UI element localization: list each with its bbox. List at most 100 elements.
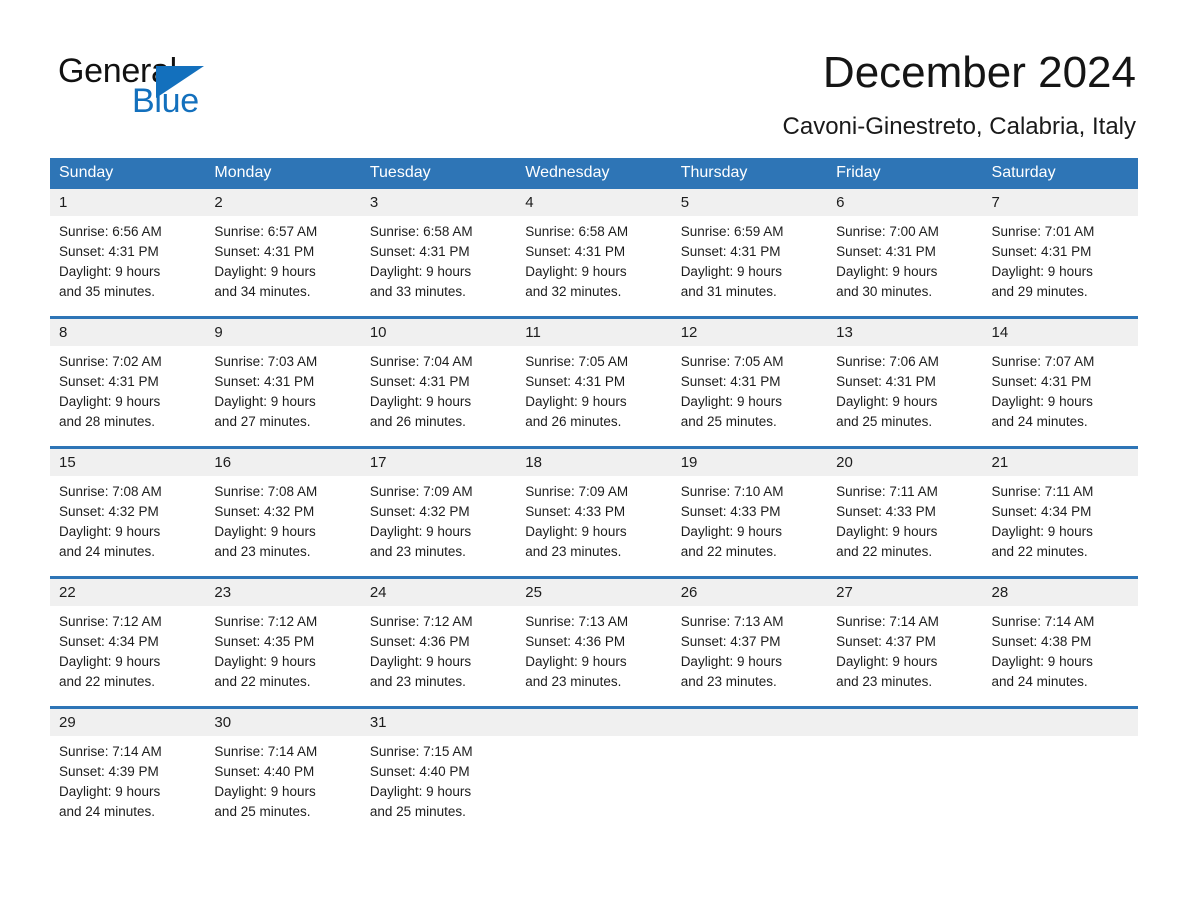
day-cell[interactable]: Sunrise: 6:58 AM Sunset: 4:31 PM Dayligh… — [516, 216, 672, 316]
daylight-text: Daylight: 9 hours — [369, 524, 472, 539]
day-cell[interactable]: Sunrise: 7:10 AM Sunset: 4:33 PM Dayligh… — [671, 476, 828, 576]
day-number[interactable]: 27 — [827, 579, 983, 606]
day-cell[interactable]: Sunrise: 7:12 AM Sunset: 4:35 PM Dayligh… — [205, 606, 361, 706]
day-cell[interactable]: Sunrise: 6:56 AM Sunset: 4:31 PM Dayligh… — [50, 216, 206, 316]
sunrise-text: Sunrise: 6:56 AM — [59, 224, 162, 239]
day-cell[interactable]: Sunrise: 7:00 AM Sunset: 4:31 PM Dayligh… — [827, 216, 983, 316]
sunset-text: Sunset: 4:32 PM — [369, 504, 470, 519]
day-cell[interactable]: Sunrise: 7:05 AM Sunset: 4:31 PM Dayligh… — [516, 346, 672, 446]
day-number[interactable]: 30 — [205, 709, 361, 736]
day-cell[interactable]: Sunrise: 7:14 AM Sunset: 4:39 PM Dayligh… — [50, 736, 206, 836]
daylight-text: Daylight: 9 hours — [525, 654, 627, 669]
day-number[interactable]: 1 — [50, 189, 206, 216]
day-number[interactable]: 19 — [671, 449, 828, 476]
day-cell[interactable]: Sunrise: 7:15 AM Sunset: 4:40 PM Dayligh… — [360, 736, 517, 836]
day-cell[interactable]: Sunrise: 7:14 AM Sunset: 4:40 PM Dayligh… — [205, 736, 361, 836]
day-cell[interactable]: Sunrise: 7:12 AM Sunset: 4:34 PM Dayligh… — [50, 606, 206, 706]
day-cell[interactable]: Sunrise: 7:12 AM Sunset: 4:36 PM Dayligh… — [360, 606, 517, 706]
general-blue-logo[interactable]: General Blue — [58, 52, 388, 122]
day-number[interactable]: 5 — [671, 189, 828, 216]
day-cell[interactable]: Sunrise: 7:13 AM Sunset: 4:36 PM Dayligh… — [516, 606, 672, 706]
day-number[interactable]: 11 — [516, 319, 672, 346]
day-cell[interactable]: Sunrise: 7:08 AM Sunset: 4:32 PM Dayligh… — [205, 476, 361, 576]
sunrise-text: Sunrise: 7:15 AM — [369, 744, 473, 759]
day-number[interactable]: 3 — [360, 189, 517, 216]
day-number[interactable]: 18 — [516, 449, 672, 476]
day-number[interactable]: 26 — [671, 579, 828, 606]
day-cell[interactable]: Sunrise: 7:03 AM Sunset: 4:31 PM Dayligh… — [205, 346, 361, 446]
daylight-text-cont: and 22 minutes. — [991, 544, 1088, 559]
day-cell-empty — [982, 736, 1138, 836]
day-number[interactable]: 15 — [50, 449, 206, 476]
day-cell[interactable]: Sunrise: 7:08 AM Sunset: 4:32 PM Dayligh… — [50, 476, 206, 576]
sunrise-text: Sunrise: 7:09 AM — [369, 484, 473, 499]
daylight-text: Daylight: 9 hours — [991, 394, 1093, 409]
weekday-header-sunday: Sunday — [50, 158, 206, 189]
day-cell-empty — [516, 736, 672, 836]
day-cell[interactable]: Sunrise: 7:09 AM Sunset: 4:32 PM Dayligh… — [360, 476, 517, 576]
day-number[interactable]: 2 — [205, 189, 361, 216]
week-2-day-details: Sunrise: 7:02 AM Sunset: 4:31 PM Dayligh… — [50, 346, 1138, 446]
day-cell[interactable]: Sunrise: 7:14 AM Sunset: 4:37 PM Dayligh… — [827, 606, 983, 706]
sunset-text: Sunset: 4:32 PM — [214, 504, 315, 519]
day-number[interactable]: 29 — [50, 709, 206, 736]
day-cell[interactable]: Sunrise: 7:07 AM Sunset: 4:31 PM Dayligh… — [982, 346, 1138, 446]
day-cell[interactable]: Sunrise: 6:57 AM Sunset: 4:31 PM Dayligh… — [205, 216, 361, 316]
day-cell[interactable]: Sunrise: 7:13 AM Sunset: 4:37 PM Dayligh… — [671, 606, 828, 706]
day-number[interactable]: 21 — [982, 449, 1138, 476]
day-cell[interactable]: Sunrise: 6:58 AM Sunset: 4:31 PM Dayligh… — [360, 216, 517, 316]
day-cell[interactable]: Sunrise: 7:06 AM Sunset: 4:31 PM Dayligh… — [827, 346, 983, 446]
daylight-text: Daylight: 9 hours — [369, 654, 472, 669]
sunrise-text: Sunrise: 6:57 AM — [214, 224, 318, 239]
day-cell[interactable]: Sunrise: 7:09 AM Sunset: 4:33 PM Dayligh… — [516, 476, 672, 576]
day-number[interactable]: 12 — [671, 319, 828, 346]
day-number[interactable]: 13 — [827, 319, 983, 346]
sunset-text: Sunset: 4:37 PM — [680, 634, 781, 649]
day-cell[interactable]: Sunrise: 7:01 AM Sunset: 4:31 PM Dayligh… — [982, 216, 1138, 316]
daylight-text-cont: and 22 minutes. — [836, 544, 933, 559]
day-number[interactable]: 31 — [360, 709, 517, 736]
day-number[interactable]: 10 — [360, 319, 517, 346]
day-number[interactable]: 9 — [205, 319, 361, 346]
day-number[interactable]: 25 — [516, 579, 672, 606]
day-number[interactable]: 23 — [205, 579, 361, 606]
daylight-text-cont: and 24 minutes. — [59, 804, 156, 819]
sunset-text: Sunset: 4:31 PM — [59, 374, 159, 389]
day-number[interactable]: 7 — [982, 189, 1138, 216]
day-number[interactable]: 4 — [516, 189, 672, 216]
day-cell[interactable]: Sunrise: 7:14 AM Sunset: 4:38 PM Dayligh… — [982, 606, 1138, 706]
day-cell[interactable]: Sunrise: 6:59 AM Sunset: 4:31 PM Dayligh… — [671, 216, 828, 316]
day-number[interactable]: 17 — [360, 449, 517, 476]
daylight-text-cont: and 23 minutes. — [525, 674, 622, 689]
day-number[interactable]: 14 — [982, 319, 1138, 346]
sunset-text: Sunset: 4:34 PM — [991, 504, 1092, 519]
sunrise-text: Sunrise: 7:01 AM — [991, 224, 1095, 239]
day-cell[interactable]: Sunrise: 7:11 AM Sunset: 4:34 PM Dayligh… — [982, 476, 1138, 576]
day-number[interactable]: 6 — [827, 189, 983, 216]
day-cell[interactable]: Sunrise: 7:04 AM Sunset: 4:31 PM Dayligh… — [360, 346, 517, 446]
day-number[interactable]: 28 — [982, 579, 1138, 606]
day-number[interactable]: 8 — [50, 319, 206, 346]
sunset-text: Sunset: 4:31 PM — [836, 374, 936, 389]
sunrise-text: Sunrise: 6:59 AM — [680, 224, 784, 239]
daylight-text-cont: and 24 minutes. — [991, 674, 1088, 689]
day-cell[interactable]: Sunrise: 7:02 AM Sunset: 4:31 PM Dayligh… — [50, 346, 206, 446]
day-number[interactable]: 20 — [827, 449, 983, 476]
day-cell-empty — [671, 736, 828, 836]
week-1-day-details: Sunrise: 6:56 AM Sunset: 4:31 PM Dayligh… — [50, 216, 1138, 316]
day-number-empty — [982, 709, 1138, 736]
day-cell[interactable]: Sunrise: 7:05 AM Sunset: 4:31 PM Dayligh… — [671, 346, 828, 446]
day-number[interactable]: 22 — [50, 579, 206, 606]
sunrise-text: Sunrise: 7:12 AM — [59, 614, 162, 629]
day-cell[interactable]: Sunrise: 7:11 AM Sunset: 4:33 PM Dayligh… — [827, 476, 983, 576]
day-number[interactable]: 24 — [360, 579, 517, 606]
sunset-text: Sunset: 4:31 PM — [525, 244, 626, 259]
sunrise-text: Sunrise: 7:00 AM — [836, 224, 939, 239]
daylight-text-cont: and 28 minutes. — [59, 414, 156, 429]
sunrise-text: Sunrise: 7:14 AM — [836, 614, 939, 629]
day-number[interactable]: 16 — [205, 449, 361, 476]
sunset-text: Sunset: 4:33 PM — [525, 504, 626, 519]
daylight-text-cont: and 25 minutes. — [214, 804, 311, 819]
daylight-text-cont: and 32 minutes. — [525, 284, 622, 299]
daylight-text: Daylight: 9 hours — [214, 394, 316, 409]
